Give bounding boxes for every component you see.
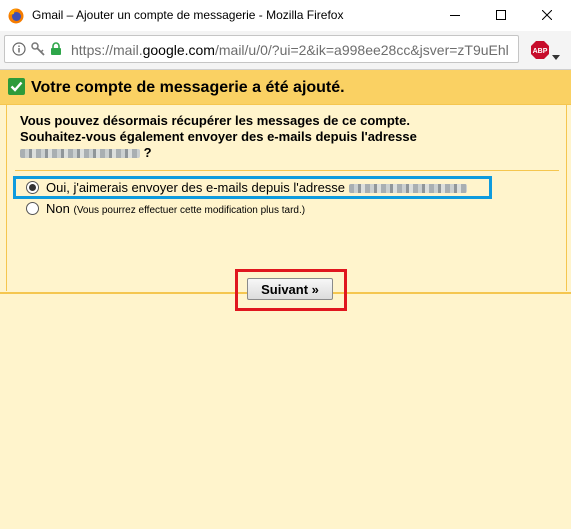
window-title: Gmail – Ajouter un compte de messagerie … (32, 8, 344, 22)
option-no-note: (Vous pourrez effectuer cette modificati… (73, 205, 306, 216)
url-host: google.com (142, 42, 215, 58)
next-button[interactable]: Suivant » (247, 278, 333, 300)
adblock-label: ABP (533, 48, 548, 55)
message-line-2: Souhaitez-vous également envoyer des e-m… (20, 129, 417, 144)
redacted-email (20, 149, 140, 159)
info-icon[interactable] (12, 42, 26, 61)
chevron-down-icon[interactable] (552, 47, 560, 65)
account-added-panel: Votre compte de messagerie a été ajouté.… (0, 70, 571, 311)
firefox-icon (8, 8, 24, 24)
panel-message: Vous pouvez désormais récupérer les mess… (20, 113, 540, 161)
option-yes-label[interactable]: Oui, j'aimerais envoyer des e-mails depu… (46, 180, 467, 195)
radio-yes[interactable] (26, 181, 39, 194)
url-prefix: https://mail. (71, 42, 143, 58)
panel-title: Votre compte de messagerie a été ajouté. (31, 79, 345, 96)
panel-header: Votre compte de messagerie a été ajouté. (0, 70, 571, 105)
minimize-button[interactable] (432, 0, 478, 31)
key-icon[interactable] (31, 42, 45, 61)
option-yes-text: Oui, j'aimerais envoyer des e-mails depu… (46, 180, 346, 195)
radio-no[interactable] (26, 202, 39, 215)
panel-body: Vous pouvez désormais récupérer les mess… (6, 105, 567, 311)
lock-icon[interactable] (50, 42, 62, 61)
message-line-1: Vous pouvez désormais récupérer les mess… (20, 113, 410, 128)
url-text[interactable]: https://mail.google.com/mail/u/0/?ui=2&i… (71, 42, 515, 58)
url-bar[interactable]: https://mail.google.com/mail/u/0/?ui=2&i… (4, 35, 519, 63)
maximize-button[interactable] (478, 0, 524, 31)
redacted-email (348, 184, 467, 194)
green-checkmark-icon (8, 78, 25, 95)
window-titlebar: Gmail – Ajouter un compte de messagerie … (0, 0, 571, 32)
adblock-plus-icon[interactable]: ABP (530, 40, 550, 60)
navigation-bar: https://mail.google.com/mail/u/0/?ui=2&i… (0, 31, 571, 70)
option-no-label[interactable]: Non (Vous pourrez effectuer cette modifi… (46, 201, 305, 216)
message-line-3: ? (20, 145, 540, 161)
divider (15, 170, 559, 171)
option-no-text: Non (46, 201, 70, 216)
url-path: /mail/u/0/?ui=2&ik=a998ee28cc&jsver=zT9u… (214, 42, 509, 58)
close-button[interactable] (524, 0, 570, 31)
question-mark: ? (143, 145, 152, 160)
